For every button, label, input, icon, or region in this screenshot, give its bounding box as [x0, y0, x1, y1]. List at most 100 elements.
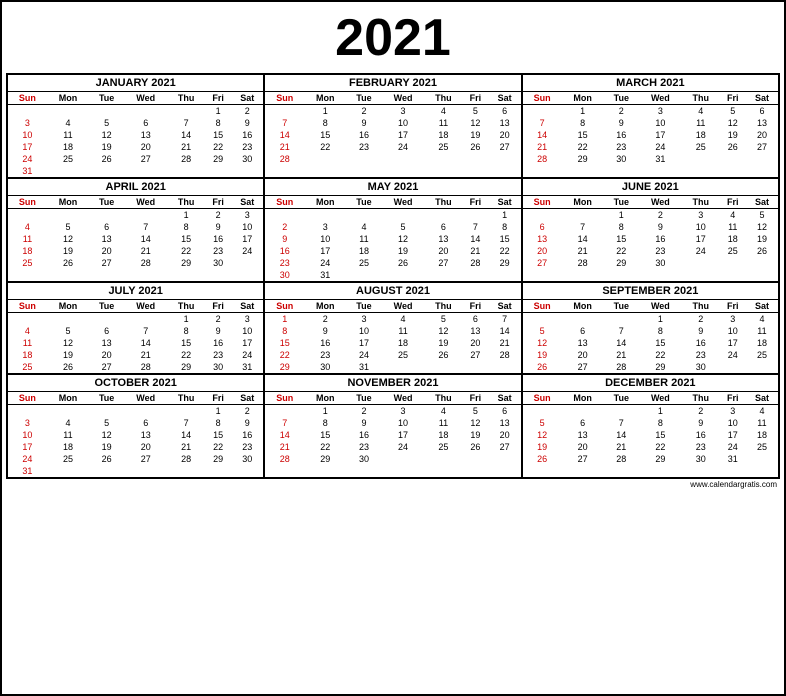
calendar-day: 12 — [523, 337, 562, 349]
calendar-day: 12 — [47, 233, 89, 245]
calendar-day: 3 — [639, 105, 682, 118]
calendar-day: 15 — [265, 337, 304, 349]
calendar-day: 6 — [89, 325, 124, 337]
calendar-day: 26 — [720, 141, 746, 153]
calendar-day: 31 — [346, 361, 381, 373]
day-header: Mon — [47, 392, 89, 405]
calendar-day: 10 — [8, 129, 47, 141]
calendar-day: 18 — [346, 245, 381, 257]
calendar-day: 13 — [562, 337, 604, 349]
calendar-day: 12 — [382, 233, 425, 245]
calendar-day — [489, 269, 521, 281]
calendar-day: 30 — [682, 453, 720, 465]
calendar-day: 10 — [382, 117, 425, 129]
day-header: Wed — [639, 392, 682, 405]
day-header: Mon — [304, 92, 346, 105]
calendar-day — [682, 257, 720, 269]
calendar-day — [462, 453, 488, 465]
calendar-day — [382, 453, 425, 465]
day-header: Tue — [89, 92, 124, 105]
calendar-day: 2 — [682, 313, 720, 326]
calendar-day: 30 — [304, 361, 346, 373]
calendar-day: 20 — [124, 141, 167, 153]
calendar-day: 4 — [746, 405, 778, 418]
calendar-day: 6 — [562, 417, 604, 429]
calendar-day: 11 — [382, 325, 425, 337]
calendar-day: 2 — [346, 105, 381, 118]
calendar-day: 11 — [425, 117, 463, 129]
day-header: Sun — [8, 196, 47, 209]
calendar-day: 16 — [231, 429, 263, 441]
calendar-day: 19 — [746, 233, 778, 245]
calendar-day: 15 — [167, 233, 205, 245]
calendar-day: 26 — [47, 361, 89, 373]
month-title: MARCH 2021 — [523, 75, 778, 92]
calendar-day: 18 — [47, 441, 89, 453]
calendar-day: 25 — [47, 453, 89, 465]
calendar-day: 13 — [89, 233, 124, 245]
calendar-day: 27 — [124, 153, 167, 165]
calendar-day: 13 — [124, 129, 167, 141]
calendar-day: 23 — [346, 141, 381, 153]
calendar-day: 24 — [682, 245, 720, 257]
calendar-day — [489, 153, 521, 165]
calendar-day — [205, 465, 231, 477]
calendar-day: 13 — [489, 417, 521, 429]
calendar-day: 20 — [562, 349, 604, 361]
day-header: Tue — [89, 392, 124, 405]
calendar-day — [489, 453, 521, 465]
calendar-day: 9 — [346, 117, 381, 129]
calendar-day — [346, 209, 381, 222]
calendar-day: 12 — [462, 417, 488, 429]
day-header: Wed — [124, 300, 167, 313]
calendar-day: 10 — [720, 417, 746, 429]
calendar-day — [124, 465, 167, 477]
day-header: Fri — [205, 92, 231, 105]
calendar-day — [8, 405, 47, 418]
calendar-day: 7 — [562, 221, 604, 233]
calendar-day: 3 — [8, 117, 47, 129]
calendar-day: 5 — [462, 105, 488, 118]
day-header: Sun — [265, 300, 304, 313]
calendar-day: 11 — [425, 417, 463, 429]
calendar-day: 26 — [89, 153, 124, 165]
calendar-day: 24 — [346, 349, 381, 361]
calendar-day — [124, 165, 167, 177]
month-block: MAY 2021SunMonTueWedThuFriSat12345678910… — [265, 179, 522, 283]
calendar-day: 28 — [124, 361, 167, 373]
calendar-day: 9 — [231, 117, 263, 129]
calendar-day: 8 — [205, 117, 231, 129]
day-header: Thu — [167, 92, 205, 105]
calendar-day: 23 — [682, 349, 720, 361]
calendar-day — [523, 209, 562, 222]
calendar-day: 9 — [639, 221, 682, 233]
calendar-day: 27 — [489, 441, 521, 453]
day-header: Tue — [346, 392, 381, 405]
year-title: 2021 — [6, 6, 780, 73]
calendar-day: 29 — [167, 361, 205, 373]
calendar-day: 6 — [489, 405, 521, 418]
month-title: JULY 2021 — [8, 283, 263, 300]
calendar-day: 1 — [639, 405, 682, 418]
calendar-day: 13 — [523, 233, 562, 245]
calendar-day: 28 — [462, 257, 488, 269]
calendar-day: 3 — [720, 405, 746, 418]
calendar-day: 7 — [167, 117, 205, 129]
calendar-day: 26 — [523, 453, 562, 465]
calendar-day: 7 — [265, 417, 304, 429]
calendar-day: 22 — [604, 245, 639, 257]
calendar-day: 25 — [720, 245, 746, 257]
calendar-day: 20 — [489, 429, 521, 441]
day-header: Mon — [562, 392, 604, 405]
day-header: Thu — [167, 300, 205, 313]
day-header: Wed — [639, 92, 682, 105]
calendar-day: 26 — [89, 453, 124, 465]
day-header: Sat — [489, 92, 521, 105]
day-header: Wed — [382, 300, 425, 313]
calendar-day: 22 — [167, 349, 205, 361]
month-title: APRIL 2021 — [8, 179, 263, 196]
calendar-day: 16 — [682, 429, 720, 441]
day-header: Tue — [604, 392, 639, 405]
month-table: SunMonTueWedThuFriSat1234567891011121314… — [523, 92, 778, 165]
calendar-day: 17 — [682, 233, 720, 245]
